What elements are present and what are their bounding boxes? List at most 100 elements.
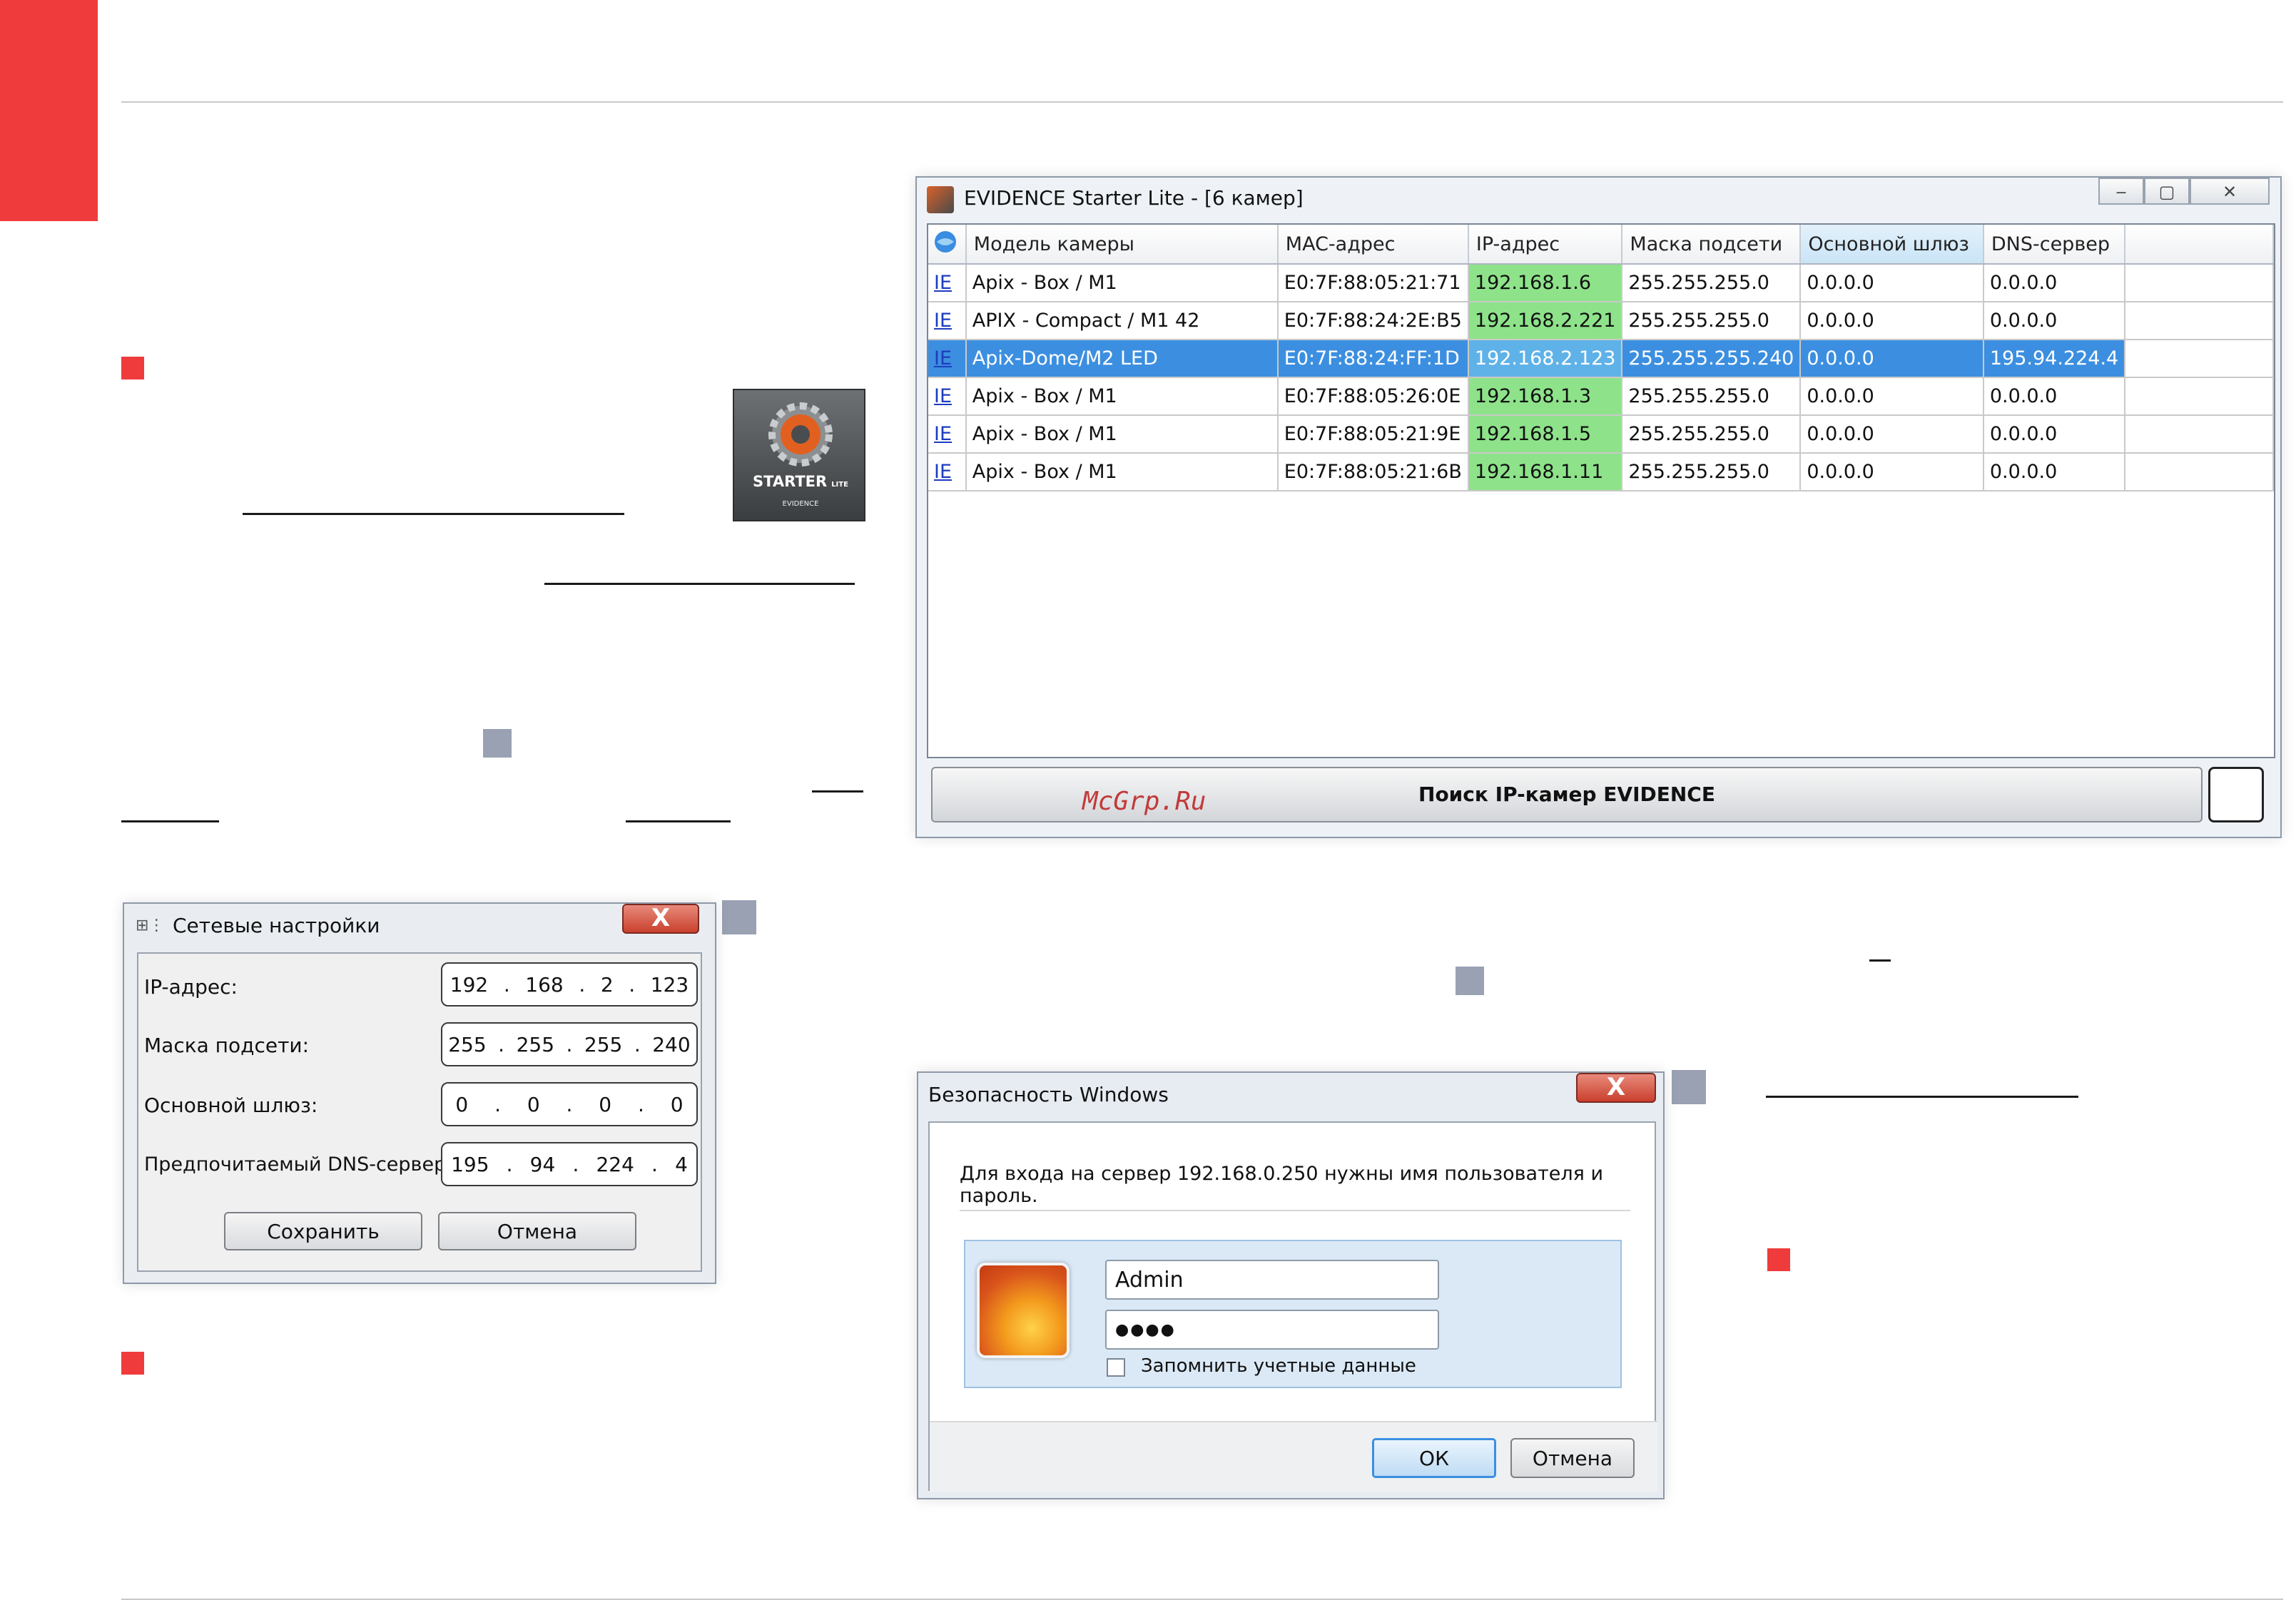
section-marker (1767, 1248, 1790, 1271)
window-title: EVIDENCE Starter Lite - [6 камер] (964, 186, 1304, 210)
ie-link[interactable]: IE (928, 377, 967, 416)
minimize-button[interactable]: ‒ (2098, 178, 2144, 205)
table-row[interactable]: IE APIX - Compact / M1 42 E0:7F:88:24:2E… (928, 302, 2274, 340)
cell-mac: E0:7F:88:05:21:9E (1277, 415, 1469, 454)
cell-mac: E0:7F:88:05:21:71 (1277, 264, 1469, 302)
step-marker (1672, 1070, 1706, 1104)
cell-gateway: 0.0.0.0 (1800, 377, 1984, 416)
cell-dns: 0.0.0.0 (1983, 264, 2126, 302)
cell-ip: 192.168.2.221 (1468, 302, 1623, 340)
app-icon-brand: EVIDENCE (782, 500, 819, 508)
maximize-button[interactable]: ▢ (2144, 178, 2190, 205)
remember-label: Запомнить учетные данные (1141, 1355, 1416, 1377)
close-button[interactable]: X (1576, 1073, 1656, 1103)
ie-globe-icon (935, 230, 956, 253)
dns-server-field[interactable]: 195. 94. 224. 4 (441, 1142, 698, 1186)
cell-empty (2125, 415, 2274, 454)
username-input[interactable]: Admin (1105, 1260, 1439, 1300)
cell-empty (2125, 453, 2274, 491)
ie-link[interactable]: IE (928, 415, 967, 454)
ie-link[interactable]: IE (928, 453, 967, 491)
ok-button[interactable]: ОК (1372, 1438, 1496, 1478)
cell-model: Apix - Box / M1 (965, 453, 1279, 491)
password-input[interactable]: ●●●● (1105, 1310, 1439, 1350)
cell-empty (2125, 264, 2274, 302)
close-button[interactable]: ✕ (2190, 178, 2270, 205)
cell-mask: 255.255.255.0 (1622, 377, 1802, 416)
starter-window: EVIDENCE Starter Lite - [6 камер] ‒ ▢ ✕ … (915, 176, 2282, 838)
table-row[interactable]: IE Apix - Box / M1 E0:7F:88:05:26:0E 192… (928, 377, 2274, 416)
cancel-button[interactable]: Отмена (438, 1212, 636, 1250)
mask-label: Маска подсети: (144, 1034, 310, 1057)
camera-grid: Модель камеры MAC-адрес IP-адрес Маска п… (927, 223, 2275, 758)
starter-lite-app-icon: STARTER LITE EVIDENCE (733, 389, 865, 521)
cell-empty (2125, 302, 2274, 340)
text-underline (1869, 959, 1891, 962)
network-settings-dialog: ⊞⋮ Сетевые настройки X IP-адрес: 192. 168… (123, 902, 716, 1284)
cell-gateway: 0.0.0.0 (1800, 302, 1984, 340)
cell-ip: 192.168.1.11 (1468, 453, 1623, 491)
dialog-body: IP-адрес: 192. 168. 2. 123 Маска подсети: 2… (137, 952, 702, 1272)
cell-mask: 255.255.255.240 (1622, 340, 1802, 378)
step-marker (1456, 967, 1484, 995)
cell-mask: 255.255.255.0 (1622, 264, 1802, 302)
column-header-mac[interactable]: MAC-адрес (1277, 225, 1469, 265)
column-header-dns[interactable]: DNS-сервер (1983, 225, 2126, 265)
table-row-selected[interactable]: IE Apix-Dome/M2 LED E0:7F:88:24:FF:1D 19… (928, 340, 2274, 378)
dns-label: Предпочитаемый DNS-сервер: (144, 1153, 453, 1176)
cell-dns: 0.0.0.0 (1983, 302, 2126, 340)
cell-mask: 255.255.255.0 (1622, 453, 1802, 491)
cell-ip: 192.168.2.123 (1468, 340, 1623, 378)
top-divider (121, 101, 2283, 103)
table-row[interactable]: IE Apix - Box / M1 E0:7F:88:05:21:9E 192… (928, 415, 2274, 454)
close-button[interactable]: X (622, 904, 699, 934)
column-header-gateway[interactable]: Основной шлюз (1800, 225, 1984, 265)
cell-ip: 192.168.1.3 (1468, 377, 1623, 416)
ie-link[interactable]: IE (928, 340, 967, 378)
app-logo-icon (927, 186, 954, 213)
cancel-button[interactable]: Отмена (1510, 1438, 1635, 1478)
gateway-field[interactable]: 0.0.0.0 (441, 1082, 698, 1126)
cell-dns: 0.0.0.0 (1983, 415, 2126, 454)
column-header-empty (2125, 225, 2274, 265)
cell-mac: E0:7F:88:24:FF:1D (1277, 340, 1469, 378)
text-underline (121, 820, 219, 822)
cell-mac: E0:7F:88:24:2E:B5 (1277, 302, 1469, 340)
cell-gateway: 0.0.0.0 (1800, 340, 1984, 378)
subnet-mask-field[interactable]: 255. 255. 255. 240 (441, 1022, 698, 1066)
column-header-mask[interactable]: Маска подсети (1622, 225, 1802, 265)
cell-model: Apix - Box / M1 (965, 264, 1279, 302)
column-header-ip[interactable]: IP-адрес (1468, 225, 1623, 265)
dialog-body: Для входа на сервер 192.168.0.250 нужны … (928, 1121, 1657, 1492)
cell-mask: 255.255.255.0 (1622, 415, 1802, 454)
cell-gateway: 0.0.0.0 (1800, 453, 1984, 491)
cell-mask: 255.255.255.0 (1622, 302, 1802, 340)
cell-gateway: 0.0.0.0 (1800, 415, 1984, 454)
settings-icon: ⊞⋮ (136, 917, 165, 934)
cell-dns: 0.0.0.0 (1983, 453, 2126, 491)
cell-mac: E0:7F:88:05:26:0E (1277, 377, 1469, 416)
red-corner-tab (0, 0, 98, 221)
side-square-button[interactable] (2208, 767, 2264, 822)
separator (960, 1210, 1630, 1211)
dialog-title: Безопасность Windows (928, 1083, 1169, 1106)
cell-ip: 192.168.1.5 (1468, 415, 1623, 454)
text-underline (626, 820, 731, 822)
table-row[interactable]: IE Apix - Box / M1 E0:7F:88:05:21:6B 192… (928, 453, 2274, 491)
remember-checkbox[interactable] (1107, 1358, 1125, 1377)
column-header-model[interactable]: Модель камеры (965, 225, 1279, 265)
cell-mac: E0:7F:88:05:21:6B (1277, 453, 1469, 491)
save-button[interactable]: Сохранить (224, 1212, 422, 1250)
ip-address-field[interactable]: 192. 168. 2. 123 (441, 962, 698, 1007)
text-underline (243, 513, 624, 515)
user-avatar-icon (977, 1263, 1070, 1358)
cell-dns: 0.0.0.0 (1983, 377, 2126, 416)
gear-icon (768, 402, 833, 467)
table-row[interactable]: IE Apix - Box / M1 E0:7F:88:05:21:71 192… (928, 264, 2274, 302)
browser-column-header[interactable] (928, 225, 967, 265)
cell-model: Apix - Box / M1 (965, 377, 1279, 416)
cell-model: Apix - Box / M1 (965, 415, 1279, 454)
ie-link[interactable]: IE (928, 302, 967, 340)
step-marker (483, 729, 512, 758)
ie-link[interactable]: IE (928, 264, 967, 302)
